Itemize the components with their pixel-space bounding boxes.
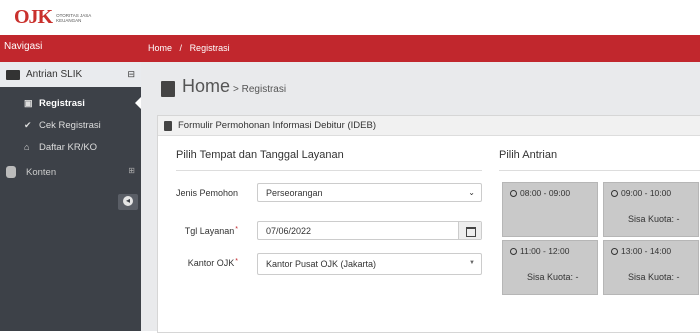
slot-time: 11:00 - 12:00 [510,246,569,256]
page-title-home: Home [182,76,231,96]
slot-time-text: 08:00 - 09:00 [520,188,571,198]
logo-text: Otoritas Jasa Keuangan [56,12,91,23]
tgl-layanan-label-text: Tgl Layanan [184,226,235,236]
queue-slot[interactable]: 09:00 - 10:00 Sisa Kuota: - [603,182,699,237]
arrow-left-icon: ◂ [123,196,133,206]
collapse-icon[interactable]: ⊟ [127,69,135,80]
nav-bar [0,35,700,62]
clock-icon [510,247,517,255]
kantor-ojk-label-text: Kantor OJK [187,258,235,268]
expand-icon[interactable]: ⊞ [128,166,135,175]
slot-time-text: 11:00 - 12:00 [520,246,570,256]
document-icon [164,120,172,131]
jenis-pemohon-label: Jenis Pemohon [158,188,238,198]
breadcrumb-current: Registrasi [189,43,230,53]
sidebar-section-label: Konten [26,166,57,178]
check-icon: ✔ [24,119,32,130]
slot-time: 09:00 - 10:00 [611,188,671,198]
section-divider [176,170,482,171]
ojk-logo[interactable]: OJK Otoritas Jasa Keuangan [14,6,96,29]
clock-icon [611,189,618,197]
slot-time-text: 09:00 - 10:00 [621,188,672,198]
sidebar-section-label: Antrian SLIK [26,69,83,80]
tgl-layanan-label: Tgl Layanan* [158,226,238,236]
top-header: OJK Otoritas Jasa Keuangan [0,0,700,35]
id-card-icon [161,81,175,97]
clock-icon [611,247,618,255]
breadcrumb-home[interactable]: Home [148,43,172,53]
id-card-icon [6,69,20,80]
calendar-button[interactable] [458,222,481,239]
required-marker: * [235,258,238,265]
jenis-pemohon-select[interactable]: Perseorangan ⌄ [257,183,482,202]
sidebar-item-registrasi[interactable]: ▣ Registrasi [0,92,141,114]
slot-time-text: 13:00 - 14:00 [621,246,672,256]
queue-slot[interactable]: 11:00 - 12:00 Sisa Kuota: - [502,240,598,295]
slot-time: 13:00 - 14:00 [611,246,671,256]
clock-icon [510,189,517,197]
panel-header: Formulir Permohonan Informasi Debitur (I… [158,116,700,136]
kantor-ojk-select[interactable]: Kantor Pusat OJK (Jakarta) ▼ [257,253,482,275]
sidebar-toggle-button[interactable]: ◂ [118,194,138,210]
page-subtitle: > Registrasi [233,84,287,95]
sidebar-item-daftar-kr-ko[interactable]: ⌂ Daftar KR/KO [0,136,141,158]
section-title-antrian: Pilih Antrian [499,149,558,161]
nav-title: Navigasi [4,41,43,52]
kantor-ojk-label: Kantor OJK* [158,258,238,268]
main-content: Home > Registrasi Formulir Permohonan In… [141,62,700,333]
queue-slot[interactable]: 13:00 - 14:00 Sisa Kuota: - [603,240,699,295]
page-title: Home > Registrasi [161,76,286,97]
id-card-icon: ▣ [24,97,33,108]
sidebar-section-konten[interactable]: Konten ⊞ [0,160,141,184]
sidebar-item-label: Daftar KR/KO [39,141,98,153]
caret-down-icon: ▼ [469,260,475,266]
slot-time: 08:00 - 09:00 [510,188,570,198]
database-icon [6,166,16,178]
tgl-layanan-value: 07/06/2022 [266,225,312,236]
section-title-layanan: Pilih Tempat dan Tanggal Layanan [176,149,344,161]
jenis-pemohon-value: Perseorangan [266,187,323,198]
slot-kuota: Sisa Kuota: - [628,272,680,282]
form-panel: Formulir Permohonan Informasi Debitur (I… [157,115,700,333]
bank-icon: ⌂ [24,142,30,152]
calendar-icon [466,227,476,237]
sidebar-item-cek-registrasi[interactable]: ✔ Cek Registrasi [0,114,141,136]
sidebar-item-label: Cek Registrasi [39,119,101,131]
tgl-layanan-input[interactable]: 07/06/2022 [257,221,482,240]
kantor-ojk-value: Kantor Pusat OJK (Jakarta) [266,259,377,269]
jenis-pemohon-label-text: Jenis Pemohon [175,188,238,198]
section-divider [499,170,700,171]
slot-kuota: Sisa Kuota: - [628,214,680,224]
sidebar-section-antrian-slik[interactable]: Antrian SLIK ⊟ [0,62,141,87]
sidebar-item-label: Registrasi [39,97,85,109]
breadcrumb: Home / Registrasi [148,43,235,53]
required-marker: * [235,226,238,233]
slot-kuota: Sisa Kuota: - [527,272,579,282]
panel-title: Formulir Permohonan Informasi Debitur (I… [178,120,376,131]
sidebar: Antrian SLIK ⊟ ▣ Registrasi ✔ Cek Regist… [0,62,141,331]
logo-mark: OJK [14,6,53,28]
breadcrumb-separator: / [179,43,183,53]
queue-slot[interactable]: 08:00 - 09:00 [502,182,598,237]
chevron-down-icon: ⌄ [468,188,475,197]
